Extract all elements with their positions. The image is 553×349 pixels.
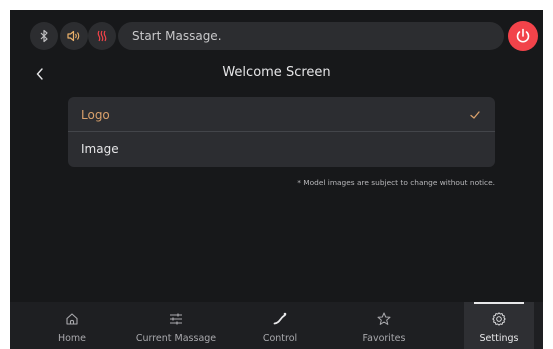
disclaimer-note: * Model images are subject to change wit… — [297, 178, 495, 187]
sound-button[interactable] — [60, 22, 88, 50]
status-message-text: Start Massage. — [132, 29, 222, 43]
bluetooth-icon — [40, 29, 48, 43]
nav-item-favorites[interactable]: Favorites — [332, 302, 436, 349]
checkmark-icon — [470, 111, 480, 119]
home-icon — [66, 313, 78, 325]
nav-item-settings[interactable]: Settings — [464, 302, 534, 349]
bottom-nav: Home Current Massage Control Favorites S… — [10, 302, 543, 349]
heat-button[interactable] — [88, 22, 116, 50]
nav-label: Home — [57, 333, 87, 344]
app-screen: Start Massage. Welcome Screen Logo Image… — [10, 10, 543, 349]
page-title: Welcome Screen — [222, 65, 331, 80]
heat-icon — [97, 30, 107, 42]
nav-item-control[interactable]: Control — [228, 302, 332, 349]
power-icon — [516, 28, 530, 43]
nav-label: Favorites — [362, 333, 406, 344]
option-logo[interactable]: Logo — [68, 98, 495, 132]
nav-item-home[interactable]: Home — [20, 302, 124, 349]
sliders-icon — [170, 313, 182, 325]
bluetooth-button[interactable] — [30, 22, 58, 50]
speaker-icon — [67, 30, 80, 42]
option-label: Logo — [81, 108, 110, 122]
control-curve-icon — [273, 312, 287, 325]
nav-item-current-massage[interactable]: Current Massage — [124, 302, 228, 349]
top-status-bar: Start Massage. — [10, 10, 543, 62]
star-icon — [377, 312, 391, 325]
option-label: Image — [81, 142, 119, 156]
power-button[interactable] — [508, 21, 538, 51]
option-image[interactable]: Image — [68, 132, 495, 166]
status-message-bar[interactable]: Start Massage. — [118, 22, 504, 50]
nav-label: Control — [262, 333, 298, 344]
welcome-screen-options: Logo Image — [68, 97, 495, 167]
nav-label: Current Massage — [135, 333, 217, 344]
gear-icon — [492, 312, 506, 326]
nav-label: Settings — [479, 333, 519, 344]
